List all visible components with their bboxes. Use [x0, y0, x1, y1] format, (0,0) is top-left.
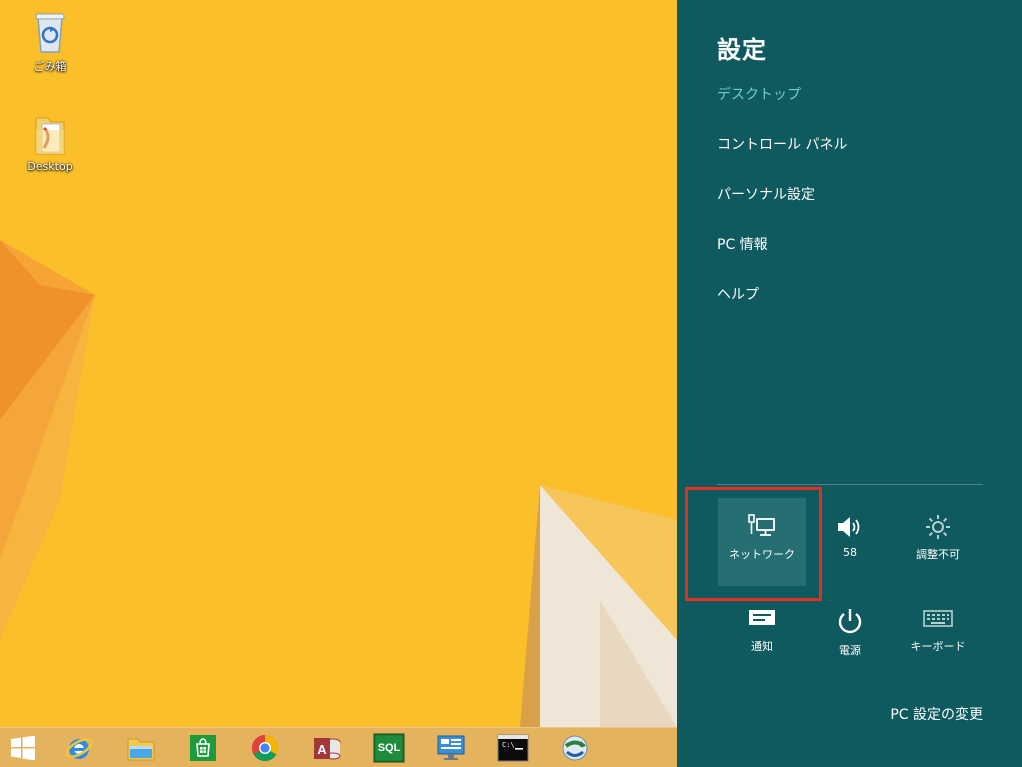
- screen: ごみ箱 Desktop A SQL C:\ 設定 デスクトップ コントロール パ…: [0, 0, 1022, 767]
- remote-desktop-icon: [437, 735, 465, 760]
- store-icon: [190, 735, 216, 761]
- access-icon: A: [314, 738, 341, 760]
- recycle-bin-icon: [35, 13, 65, 53]
- change-pc-settings-link[interactable]: PC 設定の変更: [890, 704, 983, 724]
- desktop-icon-desktop-folder[interactable]: Desktop: [18, 110, 82, 173]
- globe-arrow-icon: [562, 735, 588, 761]
- volume-level: 58: [843, 546, 857, 559]
- power-tile-label: 電源: [839, 644, 861, 657]
- taskbar-chrome-button[interactable]: [248, 731, 282, 765]
- menu-control-panel[interactable]: コントロール パネル: [717, 134, 847, 154]
- start-button[interactable]: [6, 731, 40, 765]
- taskbar-sql-label: SQL: [377, 742, 401, 754]
- divider: [717, 484, 983, 485]
- keyboard-tile-label: キーボード: [910, 640, 966, 653]
- speaker-icon: [838, 517, 860, 537]
- desktop-icon-recycle-bin[interactable]: ごみ箱: [18, 8, 82, 74]
- taskbar-cmd-label: C:\: [502, 741, 515, 749]
- power-icon: [838, 609, 862, 634]
- desktop-icon-label: ごみ箱: [33, 60, 67, 73]
- taskbar-explorer-button[interactable]: [124, 731, 158, 765]
- taskbar-ie-button[interactable]: [62, 731, 96, 765]
- settings-charm-panel: 設定 デスクトップ コントロール パネル パーソナル設定 PC 情報 ヘルプ ネ…: [677, 0, 1022, 767]
- network-tile-label: ネットワーク: [729, 548, 795, 561]
- taskbar-remote-desktop-button[interactable]: [434, 731, 468, 765]
- menu-personalization[interactable]: パーソナル設定: [717, 184, 815, 204]
- charm-context-label: デスクトップ: [717, 87, 801, 103]
- folder-icon: [35, 117, 65, 155]
- ie-icon: [65, 738, 93, 759]
- chrome-icon: [251, 734, 279, 762]
- power-tile[interactable]: 電源: [806, 590, 894, 678]
- taskbar-network-app-button[interactable]: [558, 731, 592, 765]
- brightness-tile[interactable]: 調整不可: [894, 498, 982, 586]
- folder-icon: [127, 738, 155, 761]
- charm-title: 設定: [717, 36, 767, 64]
- wallpaper: [0, 0, 677, 727]
- keyboard-icon: [923, 610, 953, 627]
- keyboard-tile[interactable]: キーボード: [894, 590, 982, 678]
- network-tile[interactable]: ネットワーク: [718, 498, 806, 586]
- taskbar-sql-button[interactable]: SQL: [372, 731, 406, 765]
- desktop-icon-label: Desktop: [27, 160, 73, 173]
- taskbar-cmd-button[interactable]: C:\: [496, 731, 530, 765]
- volume-tile[interactable]: 58: [806, 498, 894, 586]
- menu-pc-info[interactable]: PC 情報: [717, 234, 768, 254]
- notifications-tile[interactable]: 通知: [718, 590, 806, 678]
- svg-text:A: A: [317, 742, 327, 757]
- taskbar-access-button[interactable]: A: [310, 731, 344, 765]
- brightness-icon: [926, 515, 950, 539]
- menu-help[interactable]: ヘルプ: [717, 284, 759, 304]
- notifications-tile-label: 通知: [751, 640, 773, 653]
- windows-logo-icon: [11, 735, 35, 761]
- taskbar: A SQL C:\: [0, 727, 677, 767]
- brightness-tile-label: 調整不可: [916, 548, 960, 561]
- network-icon: [748, 514, 775, 536]
- taskbar-store-button[interactable]: [186, 731, 220, 765]
- notifications-icon: [749, 610, 775, 625]
